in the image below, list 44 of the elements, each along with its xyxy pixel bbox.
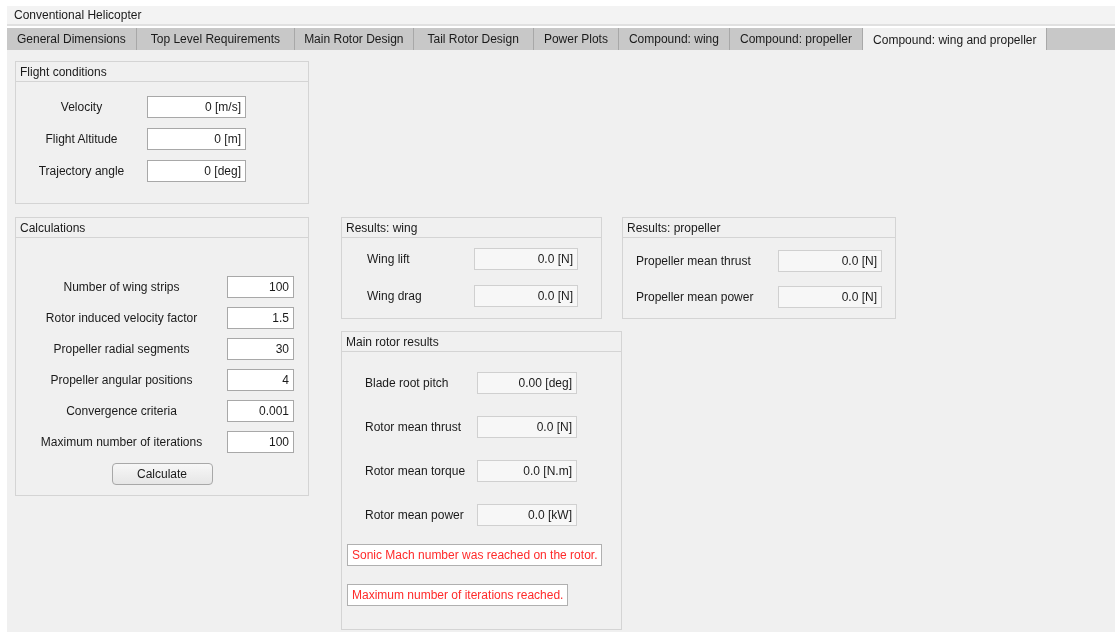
panel-title: Flight conditions	[16, 62, 308, 82]
field-label: Propeller radial segments	[52, 342, 191, 356]
output-field: 0.0 [N]	[477, 416, 577, 438]
input-field[interactable]: 0 [deg]	[147, 160, 246, 182]
output-field: 0.0 [N]	[474, 248, 578, 270]
input-field[interactable]: 1.5	[227, 307, 294, 329]
input-field[interactable]: 100	[227, 276, 294, 298]
field-label: Trajectory angle	[37, 164, 126, 178]
panel-title: Results: propeller	[623, 218, 895, 238]
field-label: Wing lift	[366, 252, 411, 266]
panel-title: Results: wing	[342, 218, 601, 238]
field-label: Propeller mean power	[635, 290, 755, 304]
output-field: 0.0 [N]	[778, 286, 882, 308]
input-field[interactable]: 0 [m/s]	[147, 96, 246, 118]
window-title: Conventional Helicopter	[14, 8, 142, 22]
field-label: Number of wing strips	[62, 280, 181, 294]
tab[interactable]: Compound: wing and propeller	[863, 28, 1048, 51]
field-label: Flight Altitude	[44, 132, 119, 146]
field-label: Rotor mean thrust	[364, 420, 463, 434]
field-label: Propeller mean thrust	[635, 254, 752, 268]
field-label: Wing drag	[366, 289, 423, 303]
field-label: Rotor induced velocity factor	[44, 311, 199, 325]
input-field[interactable]: 30	[227, 338, 294, 360]
field-label: Maximum number of iterations	[39, 435, 204, 449]
panel-title: Main rotor results	[342, 332, 621, 352]
output-field: 0.0 [N]	[474, 285, 578, 307]
input-field[interactable]: 0.001	[227, 400, 294, 422]
output-field: 0.0 [N.m]	[477, 460, 577, 482]
field-label: Blade root pitch	[364, 376, 450, 390]
panel-title: Calculations	[16, 218, 308, 238]
field-label: Propeller angular positions	[49, 373, 194, 387]
warning-message: Maximum number of iterations reached.	[347, 584, 569, 606]
input-field[interactable]: 4	[227, 369, 294, 391]
warning-message: Sonic Mach number was reached on the rotor.	[347, 544, 603, 566]
output-field: 0.0 [kW]	[477, 504, 577, 526]
output-field: 0.0 [N]	[778, 250, 882, 272]
field-label: Velocity	[59, 100, 104, 114]
field-label: Convergence criteria	[65, 404, 178, 418]
calculate-button[interactable]: Calculate	[111, 463, 213, 485]
input-field[interactable]: 0 [m]	[147, 128, 246, 150]
field-label: Rotor mean torque	[364, 464, 467, 478]
output-field: 0.00 [deg]	[477, 372, 577, 394]
input-field[interactable]: 100	[227, 431, 294, 453]
field-label: Rotor mean power	[364, 508, 465, 522]
